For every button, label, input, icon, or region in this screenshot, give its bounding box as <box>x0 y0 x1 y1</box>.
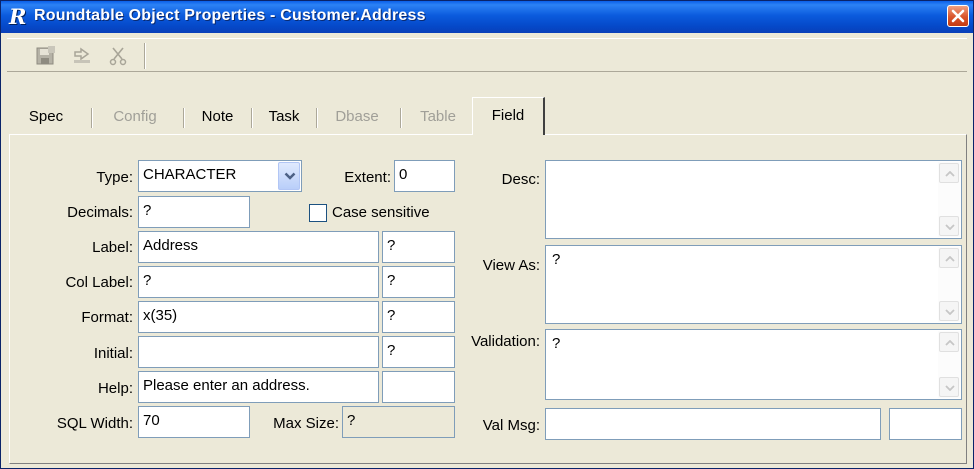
help-input[interactable]: Please enter an address. <box>138 371 379 403</box>
desc-label: Desc: <box>501 171 540 188</box>
tab-task[interactable]: Task <box>254 101 314 133</box>
scroll-up-button[interactable] <box>939 332 959 352</box>
tab-divider <box>316 108 318 128</box>
col-label-sa-input[interactable]: ? <box>382 266 455 298</box>
chevron-up-icon <box>945 256 955 262</box>
tab-spec[interactable]: Spec <box>11 101 81 133</box>
tab-field[interactable]: Field <box>472 97 545 135</box>
label-label: Label: <box>92 239 133 256</box>
scroll-down-button[interactable] <box>939 377 959 397</box>
scroll-down-button[interactable] <box>939 216 959 236</box>
max-size-label: Max Size: <box>273 415 339 432</box>
validation-label: Validation: <box>471 333 540 350</box>
case-sensitive-label[interactable]: Case sensitive <box>332 204 430 221</box>
type-combo[interactable]: CHARACTER <box>138 160 302 192</box>
cut-icon <box>109 47 127 66</box>
scroll-down-button[interactable] <box>939 301 959 321</box>
desc-scrollbar[interactable] <box>938 162 960 237</box>
tab-dbase[interactable]: Dbase <box>319 101 395 133</box>
case-sensitive-checkbox[interactable] <box>309 204 327 222</box>
format-label: Format: <box>81 309 133 326</box>
val-msg-input[interactable] <box>545 408 881 440</box>
type-dropdown-button[interactable] <box>278 162 300 190</box>
view-as-textarea[interactable]: ? <box>545 245 962 324</box>
validation-scrollbar[interactable] <box>938 331 960 398</box>
max-size-value: ? <box>342 406 455 438</box>
save-icon <box>36 46 55 65</box>
tab-table[interactable]: Table <box>403 101 473 133</box>
decimals-label: Decimals: <box>67 204 133 221</box>
tab-divider <box>183 108 185 128</box>
col-label-label: Col Label: <box>65 274 133 291</box>
col-label-input[interactable]: ? <box>138 266 379 298</box>
toolbar <box>7 38 967 72</box>
val-msg-label: Val Msg: <box>482 417 540 434</box>
chevron-down-icon <box>945 385 955 391</box>
toolbar-separator <box>144 43 146 69</box>
chevron-down-icon <box>945 309 955 315</box>
view-as-value: ? <box>552 251 561 268</box>
label-sa-input[interactable]: ? <box>382 231 455 263</box>
extent-input[interactable]: 0 <box>394 160 455 192</box>
sql-width-input[interactable]: 70 <box>138 406 250 438</box>
undo-button[interactable] <box>71 46 93 66</box>
decimals-input[interactable]: ? <box>138 196 250 228</box>
tab-note[interactable]: Note <box>186 101 249 133</box>
help-label: Help: <box>97 380 133 397</box>
cut-button[interactable] <box>107 46 129 66</box>
format-input[interactable]: x(35) <box>138 301 379 333</box>
initial-input[interactable] <box>138 336 379 368</box>
window-title: Roundtable Object Properties - Customer.… <box>34 7 426 24</box>
close-button[interactable] <box>947 5 969 27</box>
help-sa-input[interactable] <box>382 371 455 403</box>
type-value: CHARACTER <box>143 166 237 183</box>
tab-divider <box>91 108 93 128</box>
sql-width-label: SQL Width: <box>56 415 133 432</box>
initial-label: Initial: <box>93 345 133 362</box>
view-as-label: View As: <box>482 257 540 274</box>
val-msg-sa-input[interactable] <box>889 408 962 440</box>
view-as-scrollbar[interactable] <box>938 247 960 322</box>
type-label: Type: <box>96 169 133 186</box>
chevron-up-icon <box>945 340 955 346</box>
save-button[interactable] <box>35 46 57 66</box>
tab-config[interactable]: Config <box>94 101 176 133</box>
chevron-down-icon <box>945 224 955 230</box>
tab-divider <box>251 108 253 128</box>
scroll-up-button[interactable] <box>939 163 959 183</box>
title-bar[interactable]: R Roundtable Object Properties - Custome… <box>1 1 973 33</box>
initial-sa-input[interactable]: ? <box>382 336 455 368</box>
validation-textarea[interactable]: ? <box>545 329 962 400</box>
undo-icon <box>74 47 90 63</box>
tab-divider <box>400 108 402 128</box>
properties-window: R Roundtable Object Properties - Custome… <box>0 0 974 469</box>
chevron-down-icon <box>284 172 296 180</box>
validation-value: ? <box>552 335 561 352</box>
desc-textarea[interactable] <box>545 160 962 239</box>
label-input[interactable]: Address <box>138 231 379 263</box>
format-sa-input[interactable]: ? <box>382 301 455 333</box>
roundtable-app-icon: R <box>9 4 27 29</box>
scroll-up-button[interactable] <box>939 248 959 268</box>
close-icon <box>951 9 965 23</box>
extent-label: Extent: <box>344 169 391 186</box>
chevron-up-icon <box>945 171 955 177</box>
